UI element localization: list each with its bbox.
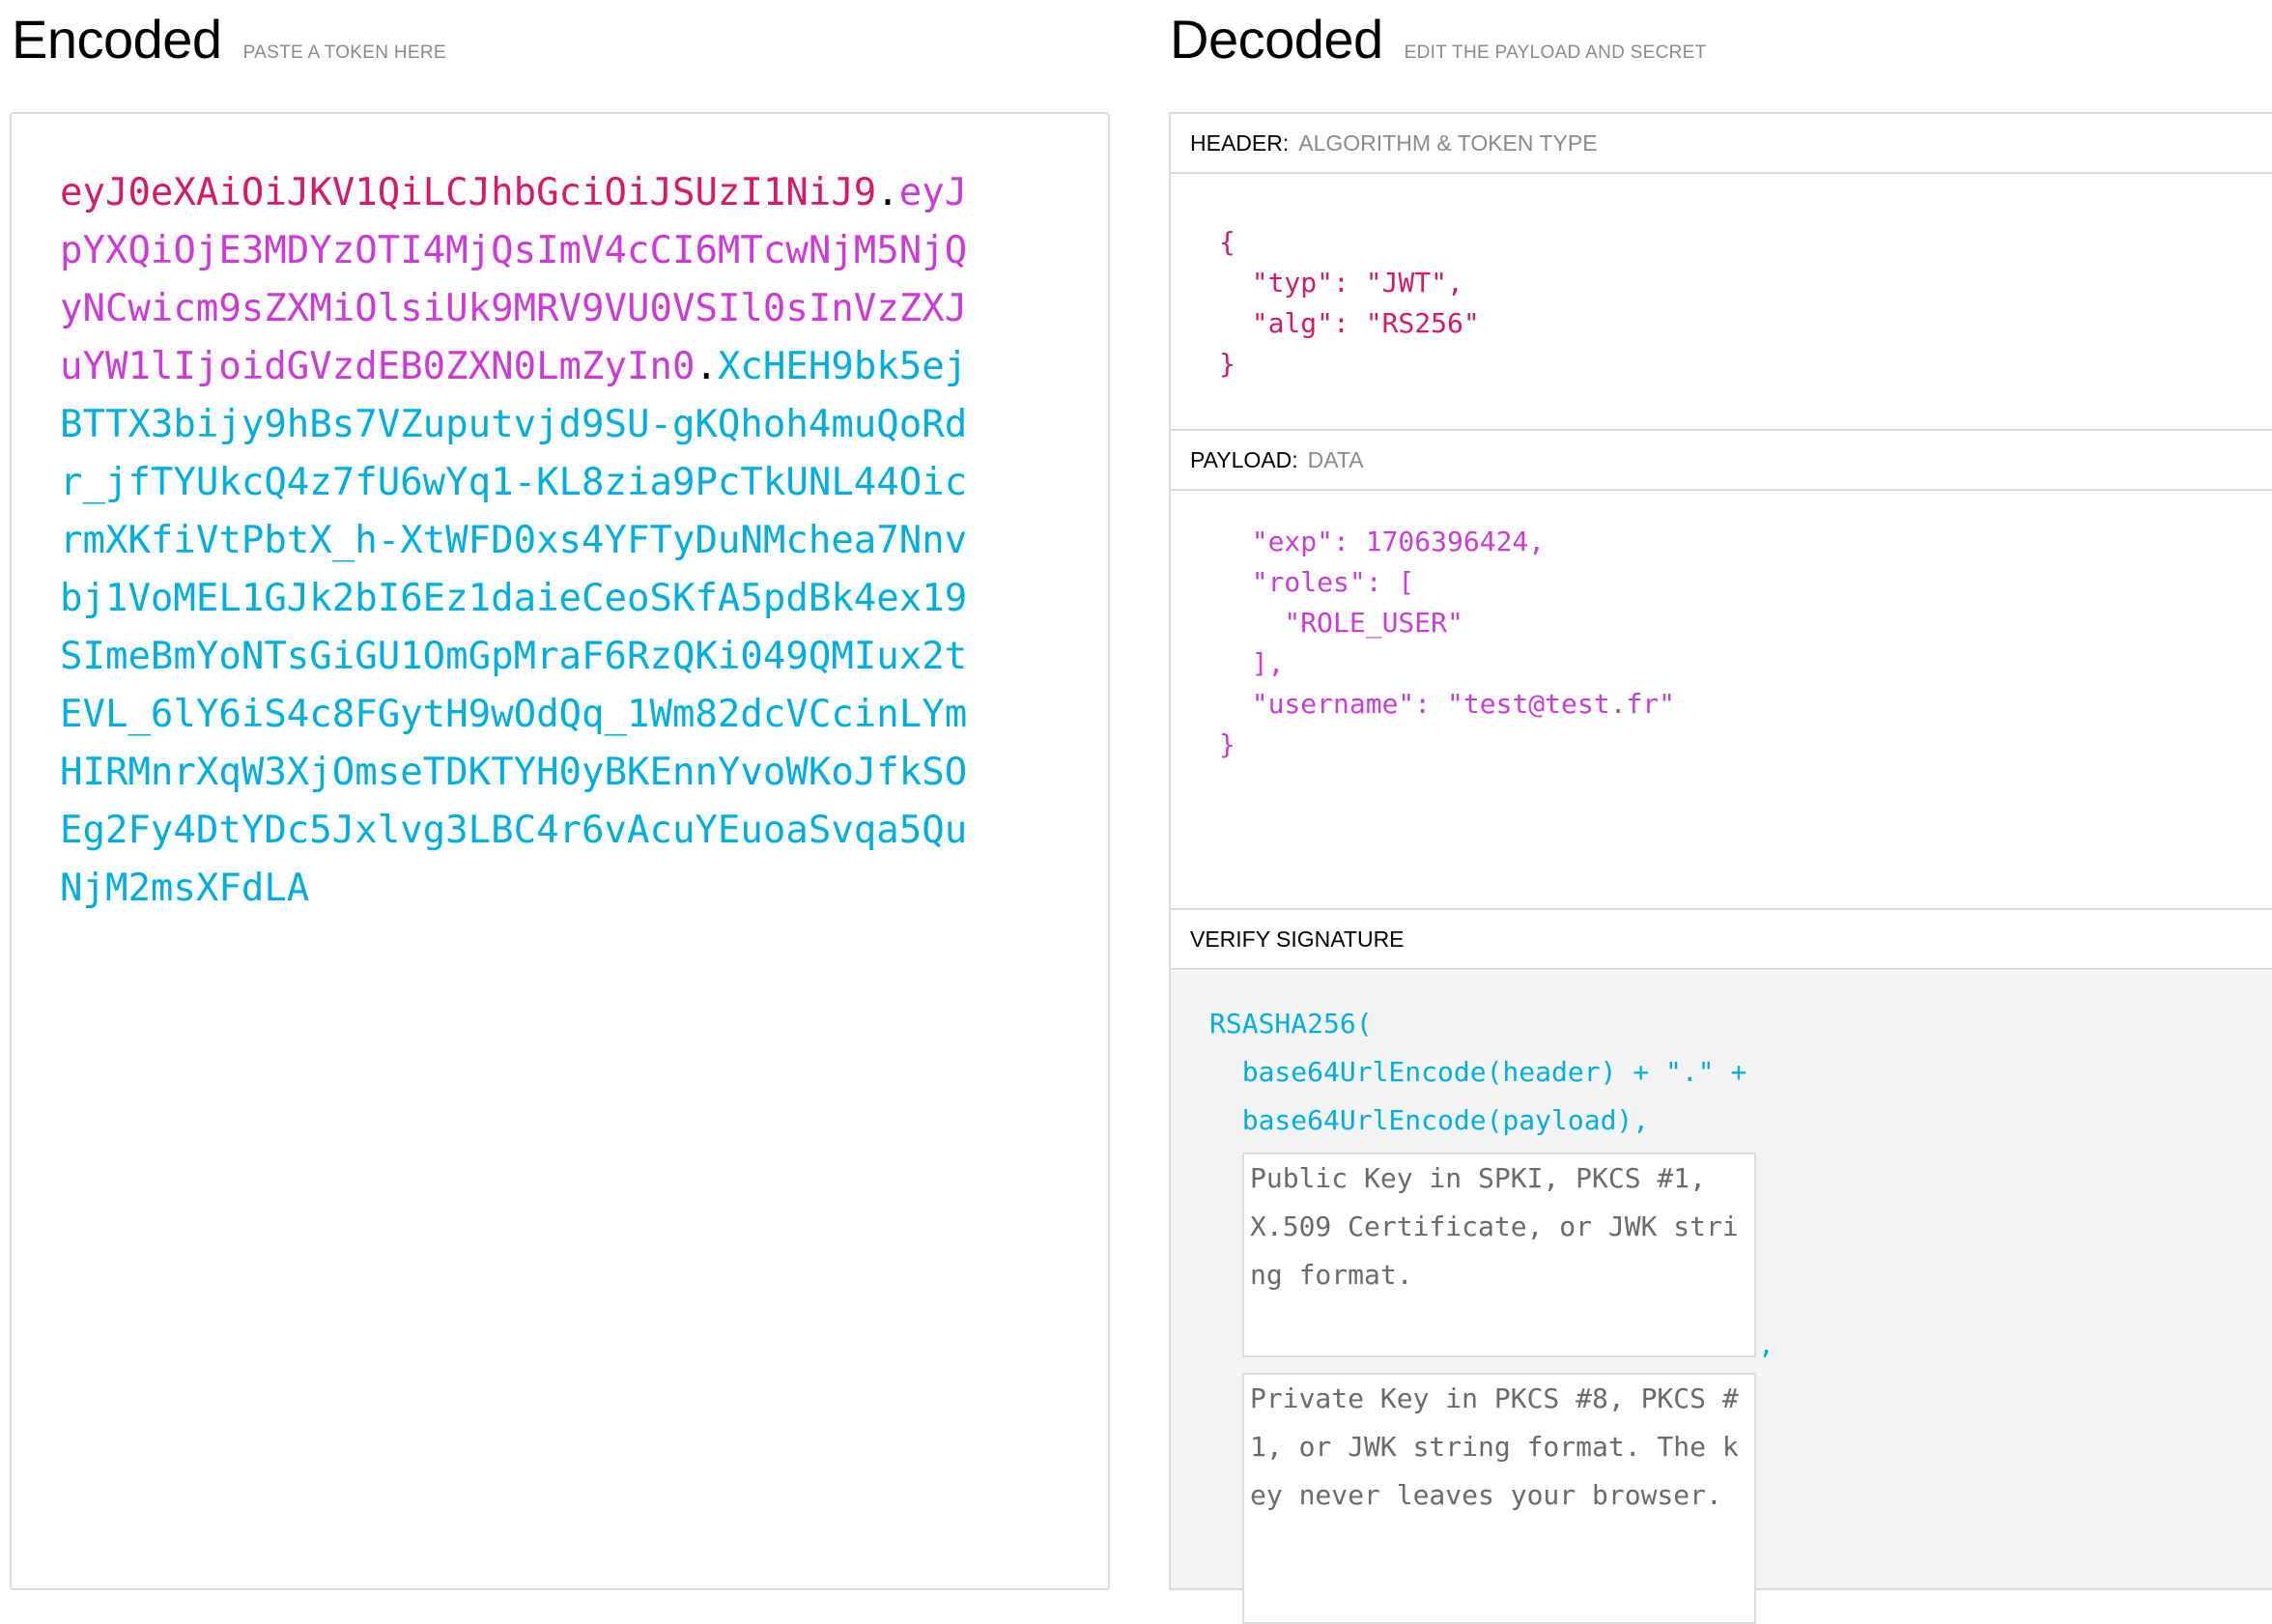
verify-section-title: VERIFY SIGNATURE bbox=[1171, 910, 2272, 970]
token-header-part: eyJ0eXAiOiJKV1QiLCJhbGciOiJSUzI1NiJ9 bbox=[60, 171, 877, 214]
decoded-panel: HEADER: ALGORITHM & TOKEN TYPE { "typ": … bbox=[1169, 112, 2272, 1624]
payload-label: PAYLOAD: bbox=[1190, 446, 1298, 472]
token-signature-part: XcHEH9bk5ejBTTX3bijy9hBs7VZuputvjd9SU-gK… bbox=[60, 345, 968, 910]
verify-signature-body: RSASHA256( base64UrlEncode(header) + "."… bbox=[1171, 971, 2272, 1624]
verify-payload-expr: base64UrlEncode(payload), bbox=[1209, 1104, 1650, 1136]
comma-separator: , bbox=[1758, 1328, 1775, 1360]
payload-section-title: PAYLOAD: DATA bbox=[1171, 431, 2272, 491]
header-section-title: HEADER: ALGORITHM & TOKEN TYPE bbox=[1171, 114, 2272, 174]
token-text[interactable]: eyJ0eXAiOiJKV1QiLCJhbGciOiJSUzI1NiJ9.eyJ… bbox=[60, 164, 987, 918]
token-dot: . bbox=[876, 171, 899, 214]
header-label: HEADER: bbox=[1190, 129, 1290, 156]
decoded-title: Decoded bbox=[1170, 9, 1383, 70]
token-dot: . bbox=[695, 345, 718, 388]
payload-desc: DATA bbox=[1307, 446, 1364, 472]
verify-fn-open: RSASHA256( bbox=[1209, 1008, 1373, 1040]
header-json-editor[interactable]: { "typ": "JWT", "alg": "RS256" } bbox=[1219, 222, 1480, 385]
public-key-input[interactable] bbox=[1242, 1153, 1756, 1357]
encoded-subtitle: PASTE A TOKEN HERE bbox=[242, 43, 446, 63]
verify-header-expr: base64UrlEncode(header) + "." + bbox=[1209, 1056, 1747, 1088]
payload-json-editor[interactable]: "exp": 1706396424, "roles": [ "ROLE_USER… bbox=[1219, 522, 1675, 765]
decoded-pane-header: Decoded EDIT THE PAYLOAD AND SECRET bbox=[1170, 8, 1707, 70]
encoded-pane-header: Encoded PASTE A TOKEN HERE bbox=[12, 8, 446, 70]
header-desc: ALGORITHM & TOKEN TYPE bbox=[1298, 129, 1598, 156]
decoded-subtitle: EDIT THE PAYLOAD AND SECRET bbox=[1404, 43, 1707, 63]
verify-label: VERIFY SIGNATURE bbox=[1190, 926, 1405, 952]
encoded-title: Encoded bbox=[12, 9, 222, 70]
private-key-input[interactable] bbox=[1242, 1373, 1756, 1624]
encoded-token-editor[interactable]: eyJ0eXAiOiJKV1QiLCJhbGciOiJSUzI1NiJ9.eyJ… bbox=[10, 112, 1110, 1590]
